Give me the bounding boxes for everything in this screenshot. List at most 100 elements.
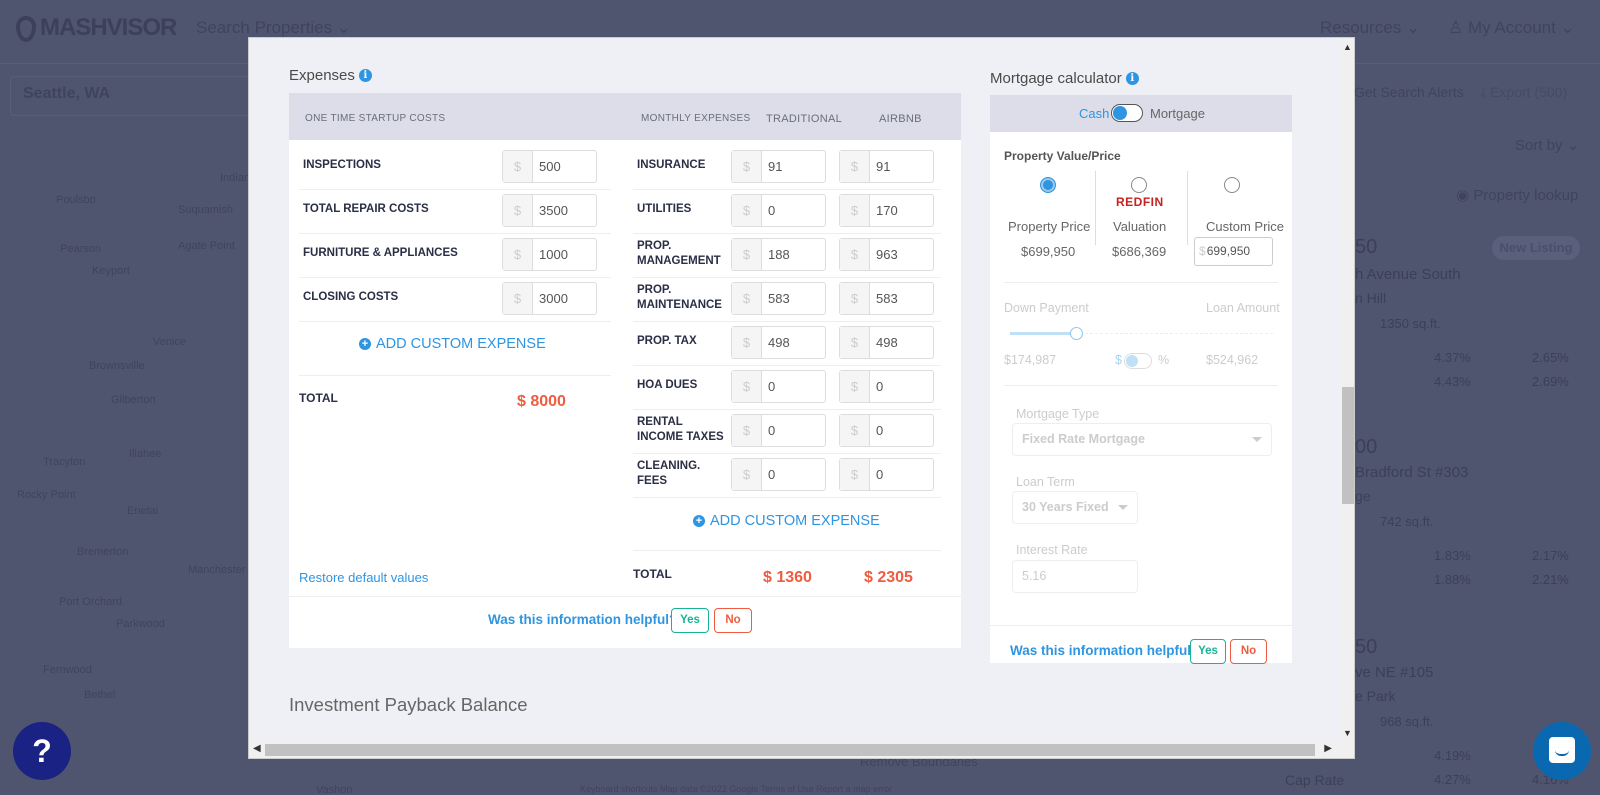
startup-cost-input[interactable]: $3000 [502,282,597,315]
traditional-expense-value: 0 [768,203,776,218]
currency-symbol: $ [840,415,870,446]
airbnb-expense-value: 91 [876,159,891,174]
airbnb-expense-input[interactable]: $0 [839,370,934,403]
redfin-valuation-radio[interactable] [1131,177,1147,193]
mortgage-type-select[interactable]: Fixed Rate Mortgage [1012,423,1272,456]
map-label: Brownsville [89,360,145,372]
scroll-right-arrow-icon[interactable]: ▶ [1324,743,1332,754]
horizontal-scrollbar[interactable]: ◀ ▶ [249,742,1354,758]
airbnb-expense-input[interactable]: $0 [839,458,934,491]
property-lookup-radio[interactable]: ◉ Property lookup [1456,186,1578,204]
traditional-expense-input[interactable]: $0 [731,370,826,403]
monthly-total-label: TOTAL [633,567,672,581]
nav-search-properties[interactable]: Search Properties ⌄ [196,18,351,38]
loan-amount-label: Loan Amount [1206,301,1280,315]
currency-symbol: $ [732,151,762,182]
traditional-expense-value: 498 [768,335,790,350]
startup-cost-label: INSPECTIONS [303,159,381,171]
payment-type-toggle-bar: Cash Mortgage [990,95,1292,132]
location-search-input[interactable]: Seattle, WA [10,76,260,116]
custom-price-radio[interactable] [1224,177,1240,193]
startup-cost-input[interactable]: $3500 [502,194,597,227]
traditional-expense-input[interactable]: $91 [731,150,826,183]
listing-street[interactable]: ve NE #105 [1355,664,1433,681]
helpful-no-button[interactable]: No [714,608,752,633]
traditional-expense-input[interactable]: $0 [731,458,826,491]
helpful-question: Was this information helpful? [488,612,678,627]
nav-resources[interactable]: Resources ⌄ [1320,18,1420,38]
traditional-expense-value: 0 [768,467,776,482]
helpful-yes-button[interactable]: Yes [1190,639,1226,664]
airbnb-expense-value: 963 [876,247,898,262]
radio-icon: ◉ [1456,187,1474,204]
traditional-expense-value: 0 [768,379,776,394]
download-icon: ⤓ [1480,84,1491,100]
label-line: HOA DUES [637,379,698,391]
helpful-yes-button[interactable]: Yes [671,608,709,633]
sort-by-dropdown[interactable]: Sort by ⌄ [1515,136,1579,154]
mashvisor-logo[interactable]: MASHVISOR [16,14,177,42]
chat-button[interactable] [1533,722,1591,780]
airbnb-expense-value: 0 [876,423,884,438]
listing-price: 50 [1355,236,1378,258]
listing-street[interactable]: Bradford St #303 [1355,464,1468,481]
airbnb-expense-input[interactable]: $498 [839,326,934,359]
divider [633,453,941,454]
helpful-no-button[interactable]: No [1230,639,1267,664]
listing-street[interactable]: h Avenue South [1355,266,1461,283]
currency-symbol: $ [732,283,762,314]
airbnb-expense-input[interactable]: $91 [839,150,934,183]
loan-term-select[interactable]: 30 Years Fixed [1012,491,1138,524]
cash-label[interactable]: Cash [1079,106,1109,121]
monthly-header: MONTHLY EXPENSES [641,113,751,124]
scrollbar-thumb[interactable] [265,744,1315,756]
vertical-scrollbar[interactable]: ▲ ▼ [1340,38,1354,744]
traditional-expense-input[interactable]: $0 [731,194,826,227]
get-search-alerts-button[interactable]: Get Search Alerts [1354,84,1464,100]
airbnb-expense-input[interactable]: $170 [839,194,934,227]
custom-price-input[interactable]: $699,950 [1194,237,1273,266]
startup-cost-input[interactable]: $500 [502,150,597,183]
restore-defaults-link[interactable]: Restore default values [299,570,428,585]
help-button[interactable]: ? [13,722,71,780]
scroll-up-arrow-icon[interactable]: ▲ [1343,42,1352,52]
interest-rate-input[interactable]: 5.16 [1012,560,1138,593]
map-footer: Keyboard shortcuts Map data ©2022 Google… [580,784,893,794]
map-label: Fernwood [43,664,92,676]
scroll-left-arrow-icon[interactable]: ◀ [253,743,261,754]
nav-my-account[interactable]: ♙ My Account ⌄ [1448,18,1575,38]
down-payment-slider-handle[interactable] [1069,327,1083,340]
info-icon[interactable]: i [358,69,372,82]
map-label: Bremerton [77,546,129,558]
property-price-radio[interactable] [1040,177,1056,193]
add-custom-monthly-expense[interactable]: + ADD CUSTOM EXPENSE [693,513,880,529]
valuation-label: Valuation [1113,219,1167,234]
startup-cost-value: 500 [539,159,561,174]
mortgage-label[interactable]: Mortgage [1150,106,1205,121]
down-payment-label: Down Payment [1004,301,1089,315]
traditional-expense-input[interactable]: $188 [731,238,826,271]
airbnb-expense-input[interactable]: $963 [839,238,934,271]
traditional-expense-value: 583 [768,291,790,306]
divider [633,409,941,410]
listing-sqft: 1350 sq.ft. [1380,316,1441,331]
currency-symbol: $ [732,239,762,270]
add-custom-startup-expense[interactable]: + ADD CUSTOM EXPENSE [359,336,546,352]
loan-term-value: 30 Years Fixed [1022,500,1109,514]
startup-cost-input[interactable]: $1000 [502,238,597,271]
plus-circle-icon: + [693,515,705,527]
airbnb-expense-input[interactable]: $0 [839,414,934,447]
one-time-header: ONE TIME STARTUP COSTS [305,113,446,124]
label-line: UTILITIES [637,203,692,215]
info-icon[interactable]: i [1125,72,1139,85]
cash-mortgage-toggle[interactable] [1111,104,1143,122]
scroll-down-arrow-icon[interactable]: ▼ [1343,728,1352,738]
startup-cost-value: 3500 [539,203,568,218]
scrollbar-thumb[interactable] [1342,387,1354,504]
dollar-percent-toggle[interactable] [1124,353,1152,369]
traditional-expense-input[interactable]: $583 [731,282,826,315]
traditional-expense-input[interactable]: $498 [731,326,826,359]
export-button[interactable]: ⤓ Export (500) [1480,84,1567,101]
airbnb-expense-input[interactable]: $583 [839,282,934,315]
traditional-expense-input[interactable]: $0 [731,414,826,447]
